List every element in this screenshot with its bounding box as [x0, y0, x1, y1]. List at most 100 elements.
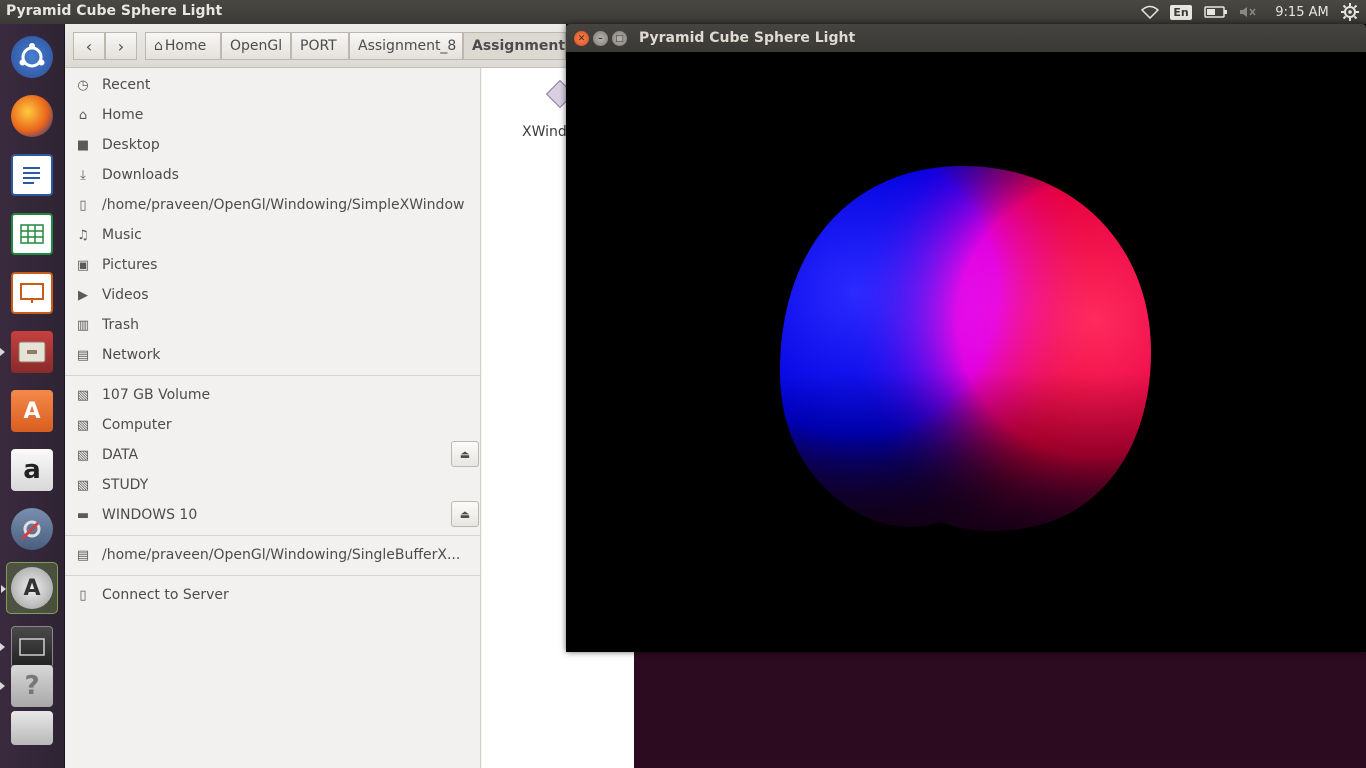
network-folder-icon: ▤: [76, 547, 90, 563]
firefox-icon[interactable]: [6, 90, 58, 142]
keyboard-layout-label: En: [1170, 4, 1192, 20]
window-title: Pyramid Cube Sphere Light: [639, 30, 856, 46]
sidebar-item-107gb-volume[interactable]: ▧ 107 GB Volume: [65, 381, 481, 409]
drive-icon: ▧: [76, 477, 90, 493]
file-name-label[interactable]: XWind: [522, 124, 567, 140]
breadcrumb-label: PORT: [300, 38, 337, 54]
eject-icon: ⏏: [459, 447, 471, 461]
system-gear-icon[interactable]: [1338, 0, 1362, 24]
places-sidebar: ◷ Recent ⌂ Home ■ Desktop ⤓ Downloads ▯ …: [65, 68, 481, 768]
breadcrumb-label: OpenGl: [230, 38, 283, 54]
camera-icon: ▣: [76, 257, 90, 273]
sidebar-item-network[interactable]: ▤ Network: [65, 341, 481, 369]
window-titlebar[interactable]: ✕ – □ Pyramid Cube Sphere Light: [566, 24, 1366, 52]
drive-icon: ▧: [76, 417, 90, 433]
breadcrumb-label: Assignment_8: [358, 38, 457, 54]
back-button[interactable]: ‹: [73, 32, 105, 60]
close-button[interactable]: ✕: [574, 31, 589, 46]
video-camera-icon: ▶: [78, 287, 88, 303]
sidebar-separator: [65, 375, 481, 376]
active-app-title: Pyramid Cube Sphere Light: [6, 3, 223, 19]
libreoffice-writer-icon[interactable]: [6, 149, 58, 201]
software-updater-icon[interactable]: A: [1, 562, 58, 614]
eject-button[interactable]: ⏏: [451, 441, 479, 467]
volume-muted-icon[interactable]: [1236, 0, 1260, 24]
sidebar-item-label: Videos: [102, 287, 149, 303]
breadcrumb-label: Assignment_: [472, 38, 566, 54]
system-settings-icon[interactable]: [6, 503, 58, 555]
running-indicator: [1, 585, 6, 593]
breadcrumb-assignment-current[interactable]: Assignment_: [463, 32, 566, 60]
sidebar-item-home[interactable]: ⌂ Home: [65, 101, 481, 129]
sidebar-item-label: Downloads: [102, 167, 179, 183]
libreoffice-calc-icon[interactable]: [6, 208, 58, 260]
sidebar-item-music[interactable]: ♫ Music: [65, 221, 481, 249]
sidebar-item-study[interactable]: ▧ STUDY: [65, 471, 481, 499]
music-icon: ♫: [77, 227, 89, 243]
document-icon: ▯: [79, 197, 87, 213]
folder-icon: ■: [76, 137, 90, 153]
running-indicator: [0, 643, 5, 651]
breadcrumb-label: Home: [164, 38, 207, 54]
lit-sphere: [780, 166, 1151, 532]
sidebar-item-label: DATA: [102, 447, 139, 463]
running-indicator: [0, 348, 5, 356]
opengl-render-area[interactable]: [566, 52, 1366, 652]
files-icon[interactable]: [0, 326, 58, 378]
clock[interactable]: 9:15 AM: [1268, 0, 1336, 24]
launcher: A a A ?: [0, 24, 65, 768]
ubuntu-software-center-icon[interactable]: A: [6, 385, 58, 437]
sidebar-separator: [65, 575, 481, 576]
sidebar-item-label: WINDOWS 10: [102, 507, 198, 523]
libreoffice-impress-icon[interactable]: [6, 267, 58, 319]
breadcrumb-opengl[interactable]: OpenGl: [221, 32, 291, 60]
forward-button[interactable]: ›: [105, 32, 137, 60]
chevron-left-icon: ‹: [85, 36, 93, 56]
sidebar-item-label: Home: [102, 107, 144, 123]
sidebar-item-downloads[interactable]: ⤓ Downloads: [65, 161, 481, 189]
sidebar-item-connect-to-server[interactable]: ▯ Connect to Server: [65, 581, 481, 609]
wifi-icon[interactable]: [1138, 0, 1162, 24]
sidebar-item-simplexwindow[interactable]: ▯ /home/praveen/OpenGl/Windowing/SimpleX…: [65, 191, 481, 219]
sidebar-item-label: Recent: [102, 77, 151, 93]
sidebar-item-windows-10[interactable]: ▬ WINDOWS 10 ⏏: [65, 501, 481, 529]
desktop-background: [634, 652, 1366, 768]
sidebar-item-videos[interactable]: ▶ Videos: [65, 281, 481, 309]
keyboard-layout-indicator[interactable]: En: [1168, 0, 1194, 24]
sidebar-item-desktop[interactable]: ■ Desktop: [65, 131, 481, 159]
top-panel: Pyramid Cube Sphere Light En 9:15 AM: [0, 0, 1366, 24]
clock-label: 9:15 AM: [1275, 4, 1329, 20]
sidebar-item-label: /home/praveen/OpenGl/Windowing/SingleBuf…: [102, 547, 461, 563]
clock-icon: ◷: [77, 77, 89, 93]
amazon-icon[interactable]: a: [6, 444, 58, 496]
sidebar-item-recent[interactable]: ◷ Recent: [65, 71, 481, 99]
sidebar-item-pictures[interactable]: ▣ Pictures: [65, 251, 481, 279]
drive-icon: ▧: [76, 447, 90, 463]
sidebar-separator: [65, 535, 481, 536]
breadcrumb-port[interactable]: PORT: [291, 32, 349, 60]
sidebar-item-label: Connect to Server: [102, 587, 229, 603]
maximize-button[interactable]: □: [612, 31, 627, 46]
minimize-button[interactable]: –: [593, 31, 608, 46]
battery-icon[interactable]: [1200, 0, 1232, 24]
breadcrumb-home[interactable]: ⌂ Home: [145, 32, 221, 60]
sidebar-item-data[interactable]: ▧ DATA ⏏: [65, 441, 481, 469]
trash-can-icon: ▥: [76, 317, 90, 333]
sidebar-item-label: Music: [102, 227, 142, 243]
close-icon: ✕: [577, 33, 586, 44]
sidebar-item-computer[interactable]: ▧ Computer: [65, 411, 481, 439]
eject-button[interactable]: ⏏: [451, 501, 479, 527]
help-icon[interactable]: ?: [0, 660, 58, 712]
breadcrumb-assignment-8[interactable]: Assignment_8: [349, 32, 463, 60]
sidebar-item-label: /home/praveen/OpenGl/Windowing/SimpleXWi…: [102, 197, 465, 213]
sidebar-item-trash[interactable]: ▥ Trash: [65, 311, 481, 339]
drive-icon: ▧: [76, 387, 90, 403]
sidebar-item-singlebuffer-bookmark[interactable]: ▤ /home/praveen/OpenGl/Windowing/SingleB…: [65, 541, 481, 569]
opengl-window: ✕ – □ Pyramid Cube Sphere Light: [566, 24, 1366, 652]
sidebar-item-label: Network: [102, 347, 161, 363]
trash-icon[interactable]: [6, 708, 58, 748]
ubuntu-dash-icon[interactable]: [6, 31, 58, 83]
server-icon: ▯: [79, 587, 87, 603]
sidebar-item-label: Pictures: [102, 257, 158, 273]
sidebar-item-label: Desktop: [102, 137, 160, 153]
